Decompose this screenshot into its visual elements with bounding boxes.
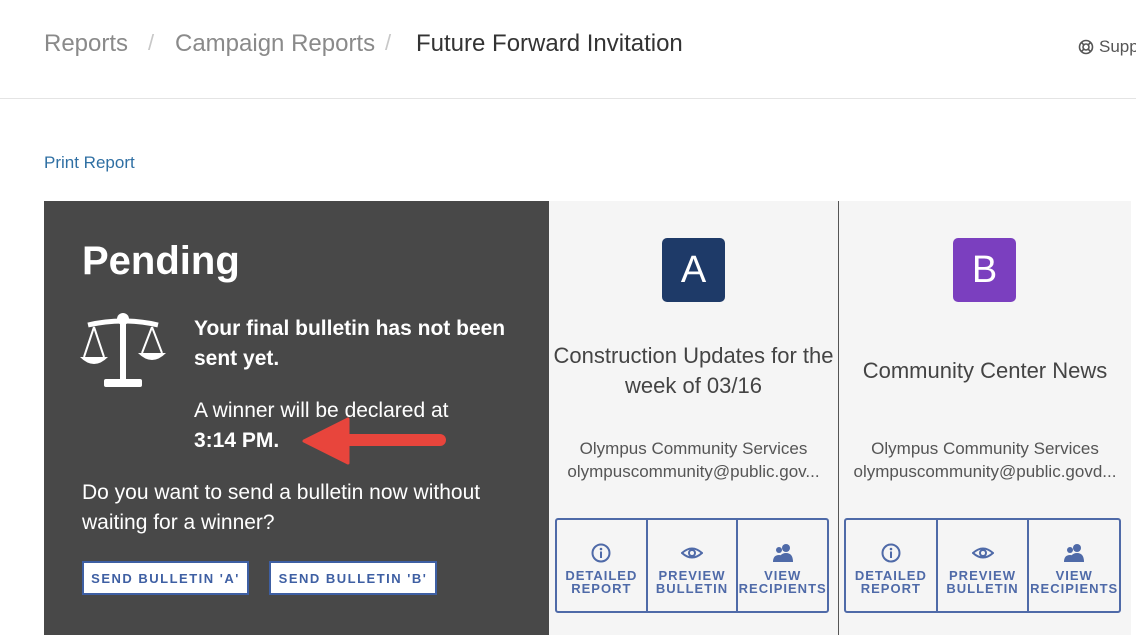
sender-name: Olympus Community Services: [871, 439, 1099, 458]
send-bulletin-b-button[interactable]: SEND BULLETIN 'B': [269, 561, 437, 595]
print-report-link[interactable]: Print Report: [44, 153, 135, 173]
support-link[interactable]: Supp: [1078, 37, 1136, 57]
variant-badge-b: B: [953, 238, 1016, 302]
pending-title: Pending: [82, 239, 240, 283]
scale-icon: [80, 313, 166, 387]
page-header: Reports / Campaign Reports / Future Forw…: [0, 0, 1136, 99]
breadcrumb-separator: /: [148, 30, 155, 55]
variant-title: Community Center News: [862, 358, 1108, 383]
variant-card-a: A Construction Updates for the week of 0…: [549, 201, 839, 635]
sender-email: olympuscommunity@public.gov...: [567, 462, 820, 481]
users-icon: [1064, 543, 1085, 562]
action-label-line2: BULLETIN: [655, 580, 729, 596]
eye-icon: [971, 547, 994, 558]
pending-panel: Pending Your final bulletin has not been…: [44, 201, 549, 635]
users-icon: [772, 543, 793, 562]
action-label-line2: RECIPIENTS: [1030, 580, 1119, 596]
view-recipients-button[interactable]: VIEW RECIPIENTS: [738, 520, 827, 611]
action-label-line1: DETAILED: [565, 567, 638, 583]
action-label-line2: REPORT: [571, 580, 632, 596]
action-label-line2: RECIPIENTS: [738, 580, 827, 596]
action-label-line1: PREVIEW: [949, 567, 1016, 583]
preview-bulletin-button[interactable]: PREVIEW BULLETIN: [648, 520, 739, 611]
action-label-line2: BULLETIN: [946, 580, 1019, 596]
info-icon: [881, 543, 901, 562]
breadcrumb-reports[interactable]: Reports: [44, 30, 128, 58]
breadcrumb-separator: /: [385, 30, 392, 55]
variant-actions: DETAILED REPORT PREVIEW BULLETIN VIEW RE…: [555, 518, 829, 613]
action-label-line1: DETAILED: [854, 567, 927, 583]
send-now-question: Do you want to send a bulletin now witho…: [82, 481, 481, 534]
info-icon: [591, 543, 611, 562]
sender-name: Olympus Community Services: [579, 439, 808, 458]
variant-badge-a: A: [662, 238, 725, 302]
breadcrumb-campaign-reports[interactable]: Campaign Reports: [175, 30, 375, 58]
variant-title: Construction Updates for the week of 03/…: [553, 343, 834, 398]
lifebuoy-icon: [1078, 39, 1094, 55]
detailed-report-button[interactable]: DETAILED REPORT: [846, 520, 938, 611]
sender-info: Olympus Community Services olympuscommun…: [839, 437, 1131, 483]
eye-icon: [681, 547, 703, 558]
support-label: Supp: [1099, 37, 1136, 56]
action-label-line1: PREVIEW: [658, 567, 726, 583]
sender-email: olympuscommunity@public.govd...: [853, 462, 1117, 481]
action-label-line2: REPORT: [860, 580, 921, 596]
action-label-line1: VIEW: [1055, 567, 1093, 583]
detailed-report-button[interactable]: DETAILED REPORT: [557, 520, 648, 611]
preview-bulletin-button[interactable]: PREVIEW BULLETIN: [938, 520, 1030, 611]
send-bulletin-a-button[interactable]: SEND BULLETIN 'A': [82, 561, 249, 595]
view-recipients-button[interactable]: VIEW RECIPIENTS: [1029, 520, 1119, 611]
page-title: Future Forward Invitation: [416, 30, 683, 57]
not-sent-message: Your final bulletin has not been sent ye…: [194, 317, 506, 370]
variant-card-b: B Community Center News Olympus Communit…: [839, 201, 1131, 635]
action-label-line1: VIEW: [764, 567, 802, 583]
sender-info: Olympus Community Services olympuscommun…: [549, 437, 838, 483]
variant-actions: DETAILED REPORT PREVIEW BULLETIN VIEW RE…: [844, 518, 1121, 613]
annotation-arrow: [302, 417, 446, 465]
